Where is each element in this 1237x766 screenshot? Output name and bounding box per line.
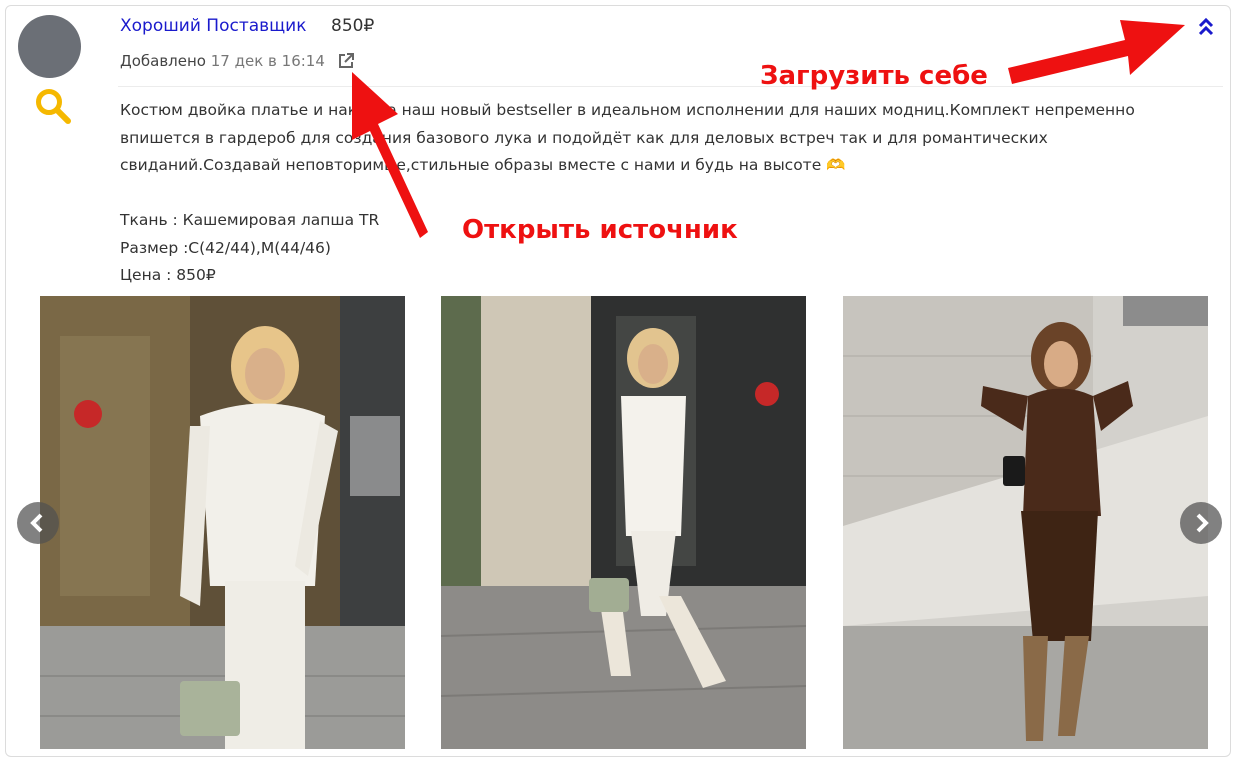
description-line: Цена : 850₽ xyxy=(120,266,216,284)
annotation-open-source-label: Открыть источник xyxy=(462,215,738,245)
search-icon[interactable] xyxy=(33,86,73,126)
supplier-avatar[interactable] xyxy=(18,15,81,78)
added-info: Добавлено 17 дек в 16:14 xyxy=(120,52,325,70)
header-divider xyxy=(118,86,1223,87)
double-chevron-up-icon[interactable] xyxy=(1196,17,1216,37)
description-blank-line xyxy=(120,180,1210,208)
chevron-left-icon xyxy=(30,513,43,533)
chevron-right-icon xyxy=(1196,513,1209,533)
external-link-icon[interactable] xyxy=(337,52,355,70)
added-date: 17 дек в 16:14 xyxy=(210,52,325,70)
supplier-name-link[interactable]: Хороший Поставщик xyxy=(120,16,307,36)
post-description: Костюм двойка платье и накидка наш новый… xyxy=(120,97,1210,290)
photo-white-suit-front[interactable] xyxy=(40,296,405,749)
annotation-upload-label: Загрузить себе xyxy=(760,61,988,91)
added-label: Добавлено xyxy=(120,52,206,70)
carousel-prev-button[interactable] xyxy=(17,502,59,544)
post-price: 850₽ xyxy=(331,16,375,36)
photo-brown-suit[interactable] xyxy=(843,296,1208,749)
description-line: впишется в гардероб для создания базовог… xyxy=(120,128,1048,147)
description-line: Костюм двойка платье и накидка наш новый… xyxy=(120,101,1135,119)
photo-white-suit-walking[interactable] xyxy=(441,296,806,749)
description-line: свиданий.Создавай неповторимые,стильные … xyxy=(120,156,846,174)
carousel-next-button[interactable] xyxy=(1180,502,1222,544)
